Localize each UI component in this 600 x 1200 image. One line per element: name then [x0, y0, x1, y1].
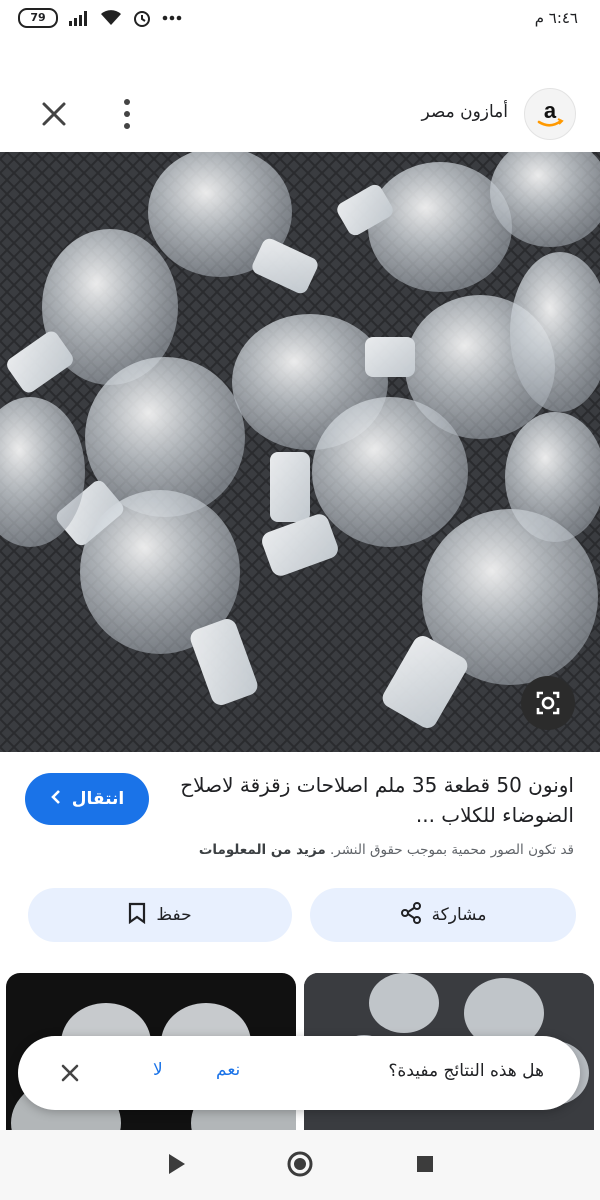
learn-more-link[interactable]: مزيد من المعلومات: [199, 842, 326, 858]
bookmark-icon: [128, 902, 146, 929]
alarm-icon: [132, 8, 152, 28]
home-circle-icon: [287, 1151, 313, 1177]
play-triangle-icon: [169, 1154, 185, 1174]
wifi-icon: [100, 9, 122, 27]
product-image[interactable]: [0, 152, 600, 752]
signal-icon: [68, 10, 90, 26]
result-title[interactable]: اونون 50 قطعة 35 ملم اصلاحات زقزقة لاصلا…: [174, 770, 574, 830]
logo-letter: a: [544, 98, 557, 123]
share-icon: [400, 901, 422, 929]
feedback-prompt: لا نعم هل هذه النتائج مفيدة؟: [18, 1036, 580, 1110]
share-button[interactable]: مشاركة: [310, 888, 576, 942]
image-viewer-header: أمازون مصر a: [0, 80, 600, 146]
visit-button[interactable]: انتقال: [25, 773, 149, 825]
feedback-yes-button[interactable]: نعم: [216, 1060, 240, 1080]
system-navigation-bar: [0, 1130, 600, 1200]
save-button[interactable]: حفظ: [28, 888, 292, 942]
recent-apps-button[interactable]: [416, 1155, 434, 1177]
close-icon: [42, 102, 66, 126]
visit-label: انتقال: [71, 789, 125, 809]
back-nav-button[interactable]: [166, 1152, 188, 1180]
chevron-left-icon: [50, 789, 62, 810]
battery-icon: 79: [18, 8, 58, 28]
site-name[interactable]: أمازون مصر: [421, 102, 508, 122]
copyright-text: قد تكون الصور محمية بموجب حقوق النشر.: [330, 842, 574, 858]
more-vert-icon: [124, 99, 130, 129]
dismiss-feedback-button[interactable]: [58, 1061, 82, 1089]
status-bar: 79 ٦:٤٦ م: [0, 0, 600, 40]
close-icon: [61, 1064, 79, 1082]
square-icon: [417, 1156, 433, 1172]
amazon-logo-icon[interactable]: a: [524, 88, 576, 140]
home-nav-button[interactable]: [286, 1150, 314, 1182]
more-options-button[interactable]: [112, 96, 142, 132]
lens-icon: [536, 691, 560, 715]
status-icons: 79: [18, 8, 182, 28]
feedback-no-button[interactable]: لا: [153, 1060, 163, 1080]
more-dots-icon: [162, 15, 182, 21]
save-label: حفظ: [156, 905, 192, 925]
copyright-notice: قد تكون الصور محمية بموجب حقوق النشر. مز…: [199, 842, 574, 858]
status-time: ٦:٤٦ م: [534, 9, 578, 27]
share-label: مشاركة: [431, 905, 487, 925]
google-lens-button[interactable]: [521, 676, 575, 730]
feedback-question: هل هذه النتائج مفيدة؟: [388, 1061, 544, 1081]
close-button[interactable]: [36, 96, 72, 132]
